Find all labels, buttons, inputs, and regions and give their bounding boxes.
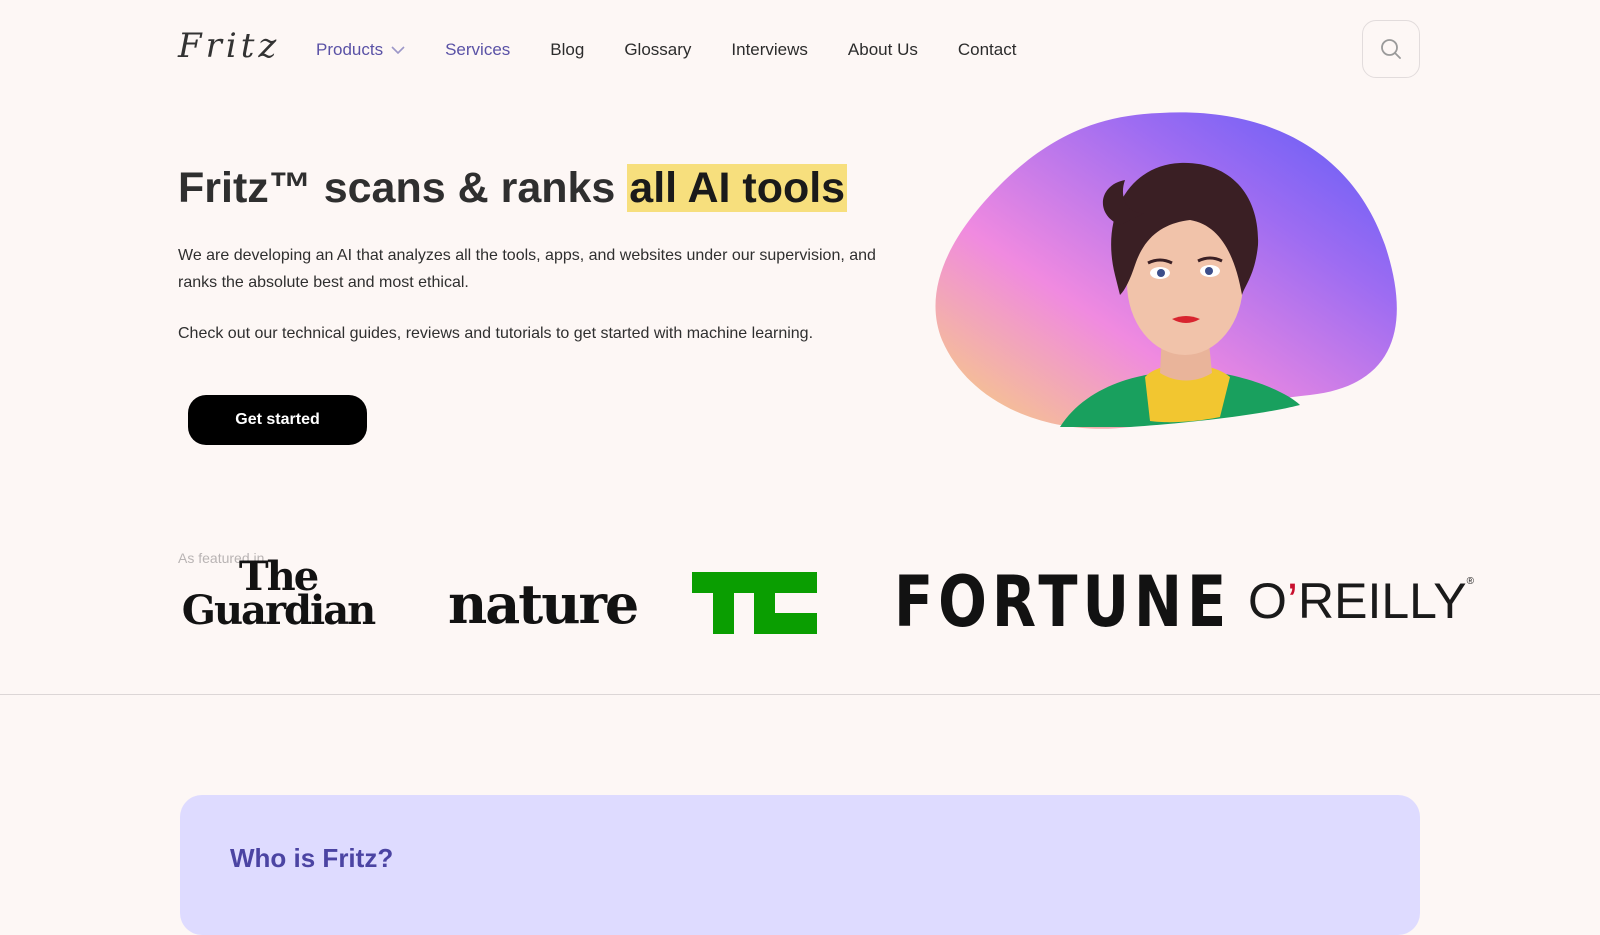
hero-subtext: Check out our technical guides, reviews …	[178, 325, 814, 342]
oreilly-rest: REILLY	[1298, 573, 1467, 629]
nav-interviews[interactable]: Interviews	[731, 40, 808, 60]
nav-blog[interactable]: Blog	[550, 40, 584, 60]
search-button[interactable]	[1362, 20, 1420, 78]
nav-products[interactable]: Products	[316, 40, 405, 60]
section-divider	[0, 694, 1600, 695]
techcrunch-logo[interactable]	[692, 572, 817, 634]
the-guardian-logo[interactable]: The Guardian	[178, 557, 378, 640]
nature-logo[interactable]: nature	[448, 572, 639, 652]
hero-description: We are developing an AI that analyzes al…	[178, 247, 876, 291]
guardian-line-2: Guardian	[181, 587, 376, 634]
hero-title-prefix: Fritz™ scans & ranks	[178, 164, 628, 212]
main-nav: Products Services Blog Glossary Intervie…	[316, 38, 1056, 62]
nav-glossary[interactable]: Glossary	[624, 40, 691, 60]
oreilly-registered-mark: ®	[1466, 576, 1474, 587]
who-is-fritz-title: Who is Fritz?	[230, 843, 394, 873]
nav-products-label: Products	[316, 40, 384, 59]
fritz-avatar-illustration	[935, 112, 1397, 429]
search-icon	[1381, 39, 1401, 59]
nav-services[interactable]: Services	[445, 40, 510, 60]
nav-contact[interactable]: Contact	[958, 40, 1017, 60]
hero-title-highlight: all AI tools	[627, 164, 848, 212]
hero-title: Fritz™ scans & ranks all AI tools	[178, 160, 848, 216]
get-started-button[interactable]: Get started	[188, 395, 367, 445]
oreilly-logo[interactable]: O’REILLY®	[1248, 572, 1474, 652]
chevron-down-icon	[391, 46, 405, 54]
oreilly-o: O	[1248, 573, 1287, 629]
nav-about-us[interactable]: About Us	[848, 40, 918, 60]
oreilly-apostrophe: ’	[1286, 573, 1299, 629]
fortune-logo[interactable]: FORTUNE	[894, 566, 1231, 646]
fritz-logo[interactable]: Fritz	[178, 26, 280, 66]
who-is-fritz-card: Who is Fritz?	[180, 795, 1420, 935]
